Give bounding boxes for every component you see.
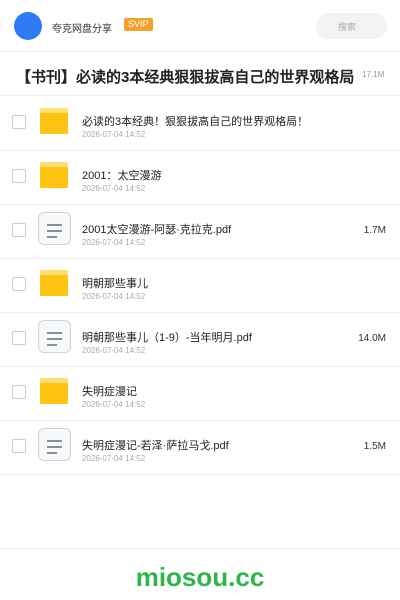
list-item[interactable]: 失明症漫记 2026-07-04 14:52 — [0, 367, 400, 421]
folder-icon — [40, 108, 68, 134]
search-placeholder: 搜索 — [338, 22, 357, 32]
item-date: 2026-07-04 14:52 — [82, 130, 146, 139]
item-size: 1.7M — [363, 225, 386, 236]
item-date: 2026-07-04 14:52 — [82, 346, 146, 355]
total-size: 17.1M — [362, 70, 385, 79]
avatar[interactable] — [14, 12, 42, 40]
document-icon — [38, 320, 71, 353]
footer-divider — [0, 548, 400, 549]
item-size: 1.5M — [363, 441, 386, 452]
list-item[interactable]: 明朝那些事儿 2026-07-04 14:52 — [0, 259, 400, 313]
item-date: 2026-07-04 14:52 — [82, 454, 146, 463]
svip-badge: SVIP — [124, 18, 153, 31]
title-separator: · — [356, 69, 359, 78]
item-date: 2026-07-04 14:52 — [82, 184, 146, 193]
folder-icon — [40, 162, 68, 188]
item-name: 2001太空漫游-阿瑟·克拉克.pdf — [82, 224, 232, 236]
item-name: 失明症漫记-若泽·萨拉马戈.pdf — [82, 440, 229, 452]
item-name: 2001：太空漫游 — [82, 170, 162, 182]
list-item[interactable]: 2001太空漫游-阿瑟·克拉克.pdf 2026-07-04 14:52 1.7… — [0, 205, 400, 259]
select-checkbox[interactable] — [12, 439, 26, 453]
item-name: 明朝那些事儿（1-9）-当年明月.pdf — [82, 332, 252, 344]
select-checkbox[interactable] — [12, 385, 26, 399]
list-item[interactable]: 必读的3本经典！狠狠拔高自己的世界观格局！ 2026-07-04 14:52 — [0, 97, 400, 151]
search-input[interactable]: 搜索 — [316, 13, 387, 39]
select-checkbox[interactable] — [12, 169, 26, 183]
header: 夸克网盘分享 SVIP 搜索 — [0, 0, 400, 52]
user-name: 夸克网盘分享 — [52, 24, 112, 35]
item-date: 2026-07-04 14:52 — [82, 292, 146, 301]
file-list: 必读的3本经典！狠狠拔高自己的世界观格局！ 2026-07-04 14:52 2… — [0, 97, 400, 475]
item-date: 2026-07-04 14:52 — [82, 238, 146, 247]
document-icon — [38, 212, 71, 245]
folder-icon — [40, 270, 68, 296]
select-checkbox[interactable] — [12, 115, 26, 129]
share-title-row: 【书刊】必读的3本经典狠狠拔高自己的世界观格局 · 17.1M — [0, 52, 400, 96]
item-name: 失明症漫记 — [82, 386, 137, 398]
item-date: 2026-07-04 14:52 — [82, 400, 146, 409]
item-name: 必读的3本经典！狠狠拔高自己的世界观格局！ — [82, 116, 309, 128]
select-checkbox[interactable] — [12, 331, 26, 345]
select-checkbox[interactable] — [12, 223, 26, 237]
select-checkbox[interactable] — [12, 277, 26, 291]
watermark: miosou.cc — [135, 562, 265, 592]
page-title: 【书刊】必读的3本经典狠狠拔高自己的世界观格局 — [16, 69, 355, 86]
folder-icon — [40, 378, 68, 404]
item-size: 14.0M — [358, 333, 386, 344]
document-icon — [38, 428, 71, 461]
list-item[interactable]: 明朝那些事儿（1-9）-当年明月.pdf 2026-07-04 14:52 14… — [0, 313, 400, 367]
list-item[interactable]: 失明症漫记-若泽·萨拉马戈.pdf 2026-07-04 14:52 1.5M — [0, 421, 400, 475]
item-name: 明朝那些事儿 — [82, 278, 148, 290]
list-item[interactable]: 2001：太空漫游 2026-07-04 14:52 — [0, 151, 400, 205]
